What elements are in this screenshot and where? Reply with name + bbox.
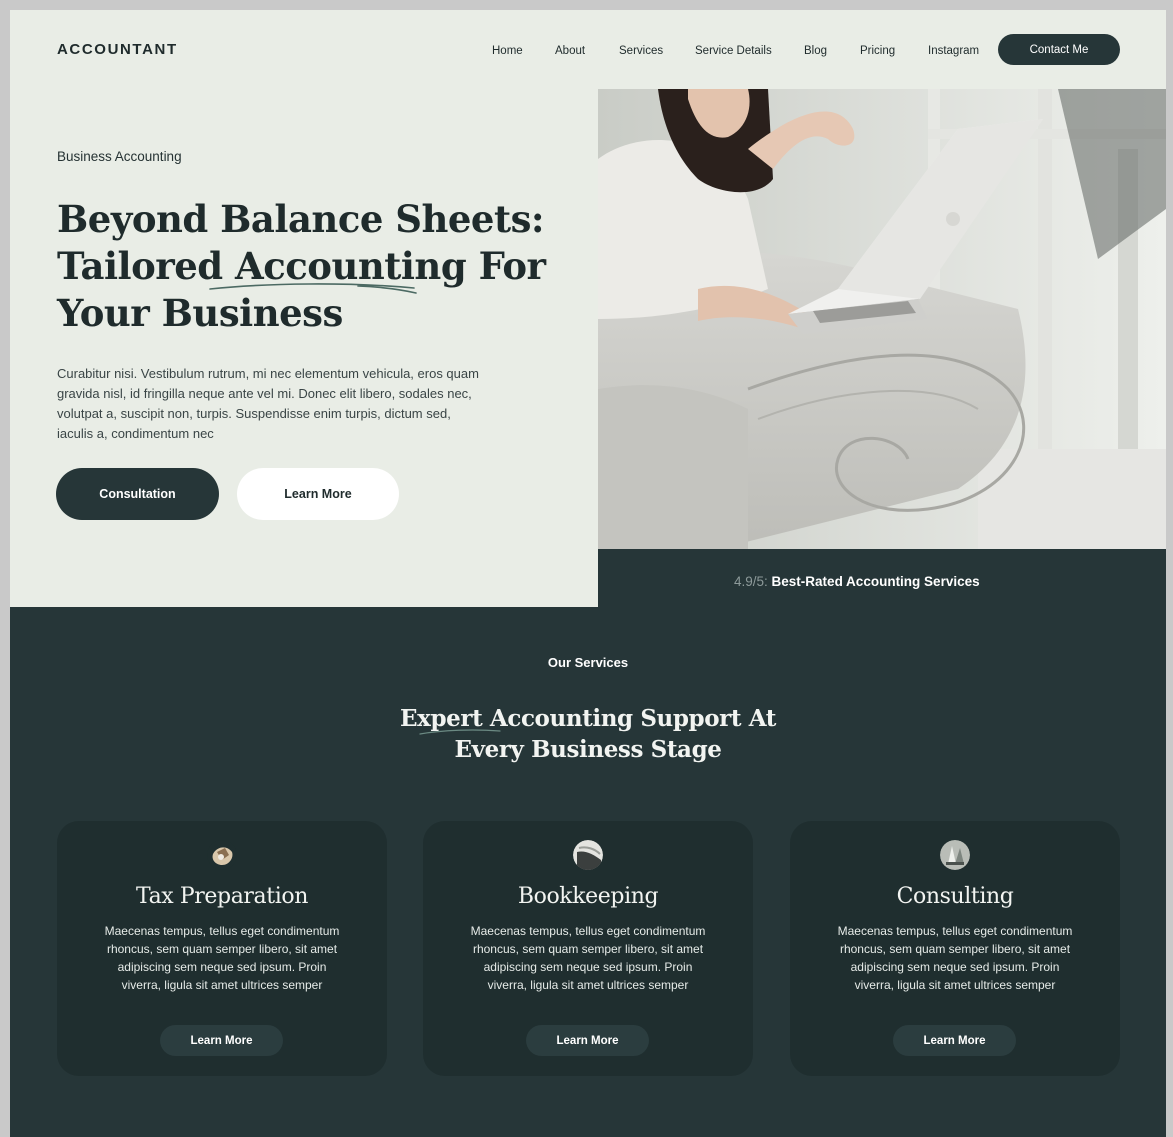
services-title: Expert Accounting Support At Every Busin…: [10, 703, 1166, 765]
headline-underline-decoration: [209, 283, 417, 294]
hero-headline-line-1: Beyond Balance Sheets:: [57, 197, 545, 241]
hero-headline-line-3: Your Business: [57, 291, 343, 335]
hero-headline: Beyond Balance Sheets: Tailored Accounti…: [57, 196, 577, 337]
consulting-icon: [940, 840, 970, 870]
card-title: Tax Preparation: [136, 884, 308, 909]
rating-score: 4.9/5:: [734, 574, 768, 589]
nav-services[interactable]: Services: [619, 45, 663, 57]
rating-label: Best-Rated Accounting Services: [771, 574, 980, 589]
main-nav: Home About Services Service Details Blog…: [10, 45, 1166, 65]
card-title: Consulting: [896, 884, 1014, 909]
nav-service-details[interactable]: Service Details: [695, 45, 772, 57]
nav-blog[interactable]: Blog: [804, 45, 827, 57]
rating-strip: 4.9/5: Best-Rated Accounting Services: [734, 574, 980, 589]
card-title: Bookkeeping: [517, 884, 659, 909]
services-title-line-1: Expert Accounting Support At: [400, 705, 776, 732]
card-learn-more-button[interactable]: Learn More: [893, 1025, 1016, 1056]
card-description: Maecenas tempus, tellus eget condimentum…: [837, 924, 1073, 992]
hero-photo: [598, 89, 1166, 549]
nav-home[interactable]: Home: [492, 45, 523, 57]
hero-lead-text: Curabitur nisi. Vestibulum rutrum, mi ne…: [57, 366, 479, 441]
service-card-tax-preparation: Tax Preparation Maecenas tempus, tellus …: [57, 821, 387, 1076]
page-frame: ACCOUNTANT Home About Services Service D…: [10, 10, 1166, 1137]
learn-more-button[interactable]: Learn More: [237, 468, 399, 520]
services-title-line-2: Every Business Stage: [454, 736, 722, 763]
service-card-bookkeeping: Bookkeeping Maecenas tempus, tellus eget…: [423, 821, 753, 1076]
nav-pricing[interactable]: Pricing: [860, 45, 895, 57]
card-learn-more-button[interactable]: Learn More: [526, 1025, 649, 1056]
nav-instagram[interactable]: Instagram: [928, 45, 979, 57]
nav-about[interactable]: About: [555, 45, 585, 57]
hero-text-panel: [10, 89, 598, 607]
bookkeeping-icon: [573, 840, 603, 870]
contact-me-button[interactable]: Contact Me: [998, 34, 1120, 65]
card-learn-more-button[interactable]: Learn More: [160, 1025, 283, 1056]
services-eyebrow: Our Services: [547, 655, 629, 670]
services-title-underline-decoration: [419, 729, 501, 735]
card-description: Maecenas tempus, tellus eget condimentum…: [470, 924, 706, 992]
tax-preparation-icon: [207, 840, 237, 870]
consultation-button[interactable]: Consultation: [56, 468, 219, 520]
service-card-consulting: Consulting Maecenas tempus, tellus eget …: [790, 821, 1120, 1076]
woman-with-laptop-illustration: [598, 89, 1166, 549]
card-description: Maecenas tempus, tellus eget condimentum…: [104, 924, 340, 992]
hero-eyebrow: Business Accounting: [57, 149, 182, 164]
